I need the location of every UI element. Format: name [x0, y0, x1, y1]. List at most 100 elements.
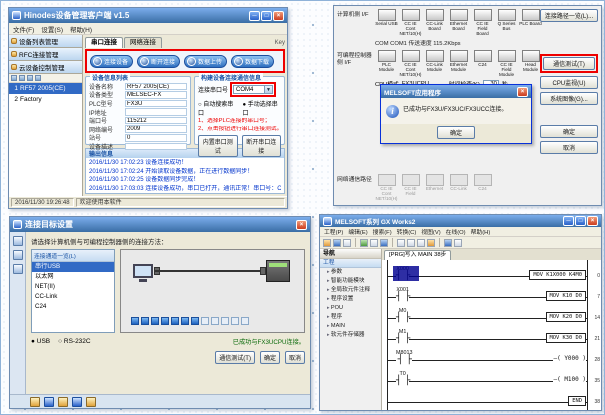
monitor-icon[interactable] [380, 239, 388, 247]
field-value[interactable]: MELSEC-FX [125, 91, 187, 99]
editor-tab[interactable]: [PRG]写入 MAIN 38步 [384, 250, 451, 260]
ladder-rung[interactable]: X001 ┤ ├ MOV K10 D0 7 [382, 285, 601, 306]
module-icon[interactable]: Head Module [519, 50, 542, 77]
field-value[interactable]: 2009 [125, 125, 187, 133]
taskbar-icon[interactable] [86, 397, 96, 407]
interface-icon[interactable]: Serial USB [375, 9, 398, 36]
channel-item[interactable]: CC-Link [32, 292, 114, 302]
open-icon[interactable] [333, 239, 341, 247]
minimize-button[interactable]: ─ [563, 216, 574, 226]
project-tree-item[interactable]: 程序设置 [320, 295, 381, 304]
titlebar[interactable]: MELSOFT系列 GX Works2 ─ □ × [320, 215, 601, 227]
coil-icon[interactable] [407, 239, 415, 247]
radio-option[interactable]: ○ RS-232C [58, 338, 90, 345]
project-tree-item[interactable]: POU [320, 304, 381, 313]
interface-icon[interactable]: CC IE Cont NET/10(H) Board [399, 9, 422, 36]
route-icon[interactable]: CC IE Cont NET/10(H) [375, 174, 398, 201]
menu-item[interactable]: 编辑(E) [348, 227, 367, 236]
contact-icon[interactable] [397, 239, 405, 247]
ladder-rung[interactable]: END 38 [382, 390, 601, 410]
menu-item[interactable]: 帮助(H) [471, 227, 491, 236]
comm-test-button[interactable]: 内置串口测试 [198, 135, 238, 157]
close-button[interactable]: × [296, 220, 307, 230]
taskbar-icon[interactable] [44, 397, 54, 407]
module-icon[interactable]: CC-Link Module [423, 50, 446, 77]
ladder-rung[interactable]: M1 ┤ ├ MOV K30 D0 21 [382, 327, 601, 348]
interface-icon[interactable]: CC-Link Board [423, 9, 446, 36]
titlebar[interactable]: Hinodes设备管理客户端 v1.5 ─ □ × [9, 8, 287, 23]
line-icon[interactable] [417, 239, 425, 247]
project-icon[interactable] [13, 236, 23, 246]
new-project-icon[interactable] [323, 239, 331, 247]
channel-item[interactable]: 以太网 [32, 272, 114, 282]
minimize-button[interactable]: ─ [249, 11, 260, 21]
module-icon[interactable]: C24 [471, 50, 494, 77]
write-to-plc-icon[interactable] [370, 239, 378, 247]
ok-button[interactable]: 确定 [260, 351, 280, 364]
menu-item[interactable]: 搜索(F) [373, 227, 392, 236]
sidebar-group-header[interactable]: 设备列表管理 [9, 35, 82, 48]
project-tree-item[interactable]: MAIN [320, 322, 381, 331]
ladder-rung[interactable]: M0 ┤ ├ MOV K20 D0 14 [382, 306, 601, 327]
radio-option[interactable]: ● USB [31, 338, 50, 345]
interface-icon[interactable]: CC IE Field Board [471, 9, 494, 36]
comment-icon[interactable] [454, 239, 462, 247]
tab[interactable]: 网络连接 [124, 37, 162, 48]
com-port-dropdown[interactable]: COM4 ▼ [233, 85, 273, 94]
chevron-down-icon[interactable]: ▼ [264, 86, 272, 93]
connection-icon[interactable] [13, 264, 23, 274]
ok-button[interactable]: 确定 [540, 125, 598, 138]
titlebar[interactable]: 连接目标设置 × [10, 217, 310, 232]
taskbar-icon[interactable] [72, 397, 82, 407]
ladder-rung[interactable]: T0 ┤ ├ M100 35 [382, 369, 601, 390]
channel-item[interactable]: 串行USB [32, 262, 114, 272]
close-button[interactable]: × [273, 11, 284, 21]
toolbar-action-button[interactable]: 连接设备 [90, 55, 133, 68]
field-value[interactable] [125, 143, 187, 151]
project-tree-item[interactable]: 智能功能模块 [320, 277, 381, 286]
ladder-rung[interactable]: M8013 ┤ ├ Y000 28 [382, 348, 601, 369]
zoom-icon[interactable] [444, 239, 452, 247]
close-button[interactable]: × [587, 216, 598, 226]
field-value[interactable] [125, 108, 187, 116]
project-tree-item[interactable]: 程序 [320, 313, 381, 322]
tab[interactable]: 串口连接 [85, 37, 123, 48]
function-icon[interactable] [427, 239, 435, 247]
field-value[interactable]: RF57 2005(CE) [125, 83, 187, 91]
menu-item[interactable]: 视图(V) [421, 227, 440, 236]
field-value[interactable]: 115212 [125, 117, 187, 125]
maximize-button[interactable]: □ [575, 216, 586, 226]
cpu-monitor-button[interactable]: CPU监视(U) [540, 76, 598, 89]
sidebar-group-header[interactable]: RFC连接管理 [9, 48, 82, 61]
communication-test-button[interactable]: 通信测试(T) [215, 351, 255, 364]
project-tree-item[interactable]: 全局软元件注释 [320, 286, 381, 295]
menu-item[interactable]: 帮助(H) [70, 24, 92, 34]
sidebar-group-header[interactable]: 云设备控制管理 [9, 61, 82, 74]
comm-test-button[interactable]: 断开串口连接 [242, 135, 282, 157]
library-icon[interactable] [13, 250, 23, 260]
route-icon[interactable]: C24 [471, 174, 494, 201]
compile-icon[interactable] [360, 239, 368, 247]
connection-path-list-button[interactable]: 连接路径一览(L)... [540, 9, 598, 22]
menu-item[interactable]: 转换(C) [397, 227, 417, 236]
add-icon[interactable] [11, 75, 17, 81]
dialog-ok-button[interactable]: 确定 [437, 126, 475, 139]
channel-item[interactable]: C24 [32, 302, 114, 312]
module-icon[interactable]: PLC Module [375, 50, 398, 77]
interface-icon[interactable]: Q Series Bus [495, 9, 518, 36]
device-list-row[interactable]: 2 Factory [9, 94, 82, 105]
module-icon[interactable]: Ethernet Module [447, 50, 470, 77]
module-icon[interactable]: CC IE Field Module [495, 50, 518, 77]
route-icon[interactable]: CC IE Field [399, 174, 422, 201]
taskbar-icon[interactable] [30, 397, 40, 407]
route-icon[interactable]: Ethernet [423, 174, 446, 201]
project-tree-item[interactable]: 软元件存储器 [320, 331, 381, 340]
maximize-button[interactable]: □ [261, 11, 272, 21]
toolbar-action-button[interactable]: 断开连接 [137, 55, 180, 68]
delete-icon[interactable] [19, 75, 25, 81]
channel-item[interactable]: NET(II) [32, 282, 114, 292]
interface-icon[interactable]: Ethernet Board [447, 9, 470, 36]
dialog-close-button[interactable]: × [517, 87, 528, 97]
field-value[interactable]: 0 [125, 134, 187, 142]
dialog-titlebar[interactable]: MELSOFT应用程序 × [381, 85, 531, 98]
